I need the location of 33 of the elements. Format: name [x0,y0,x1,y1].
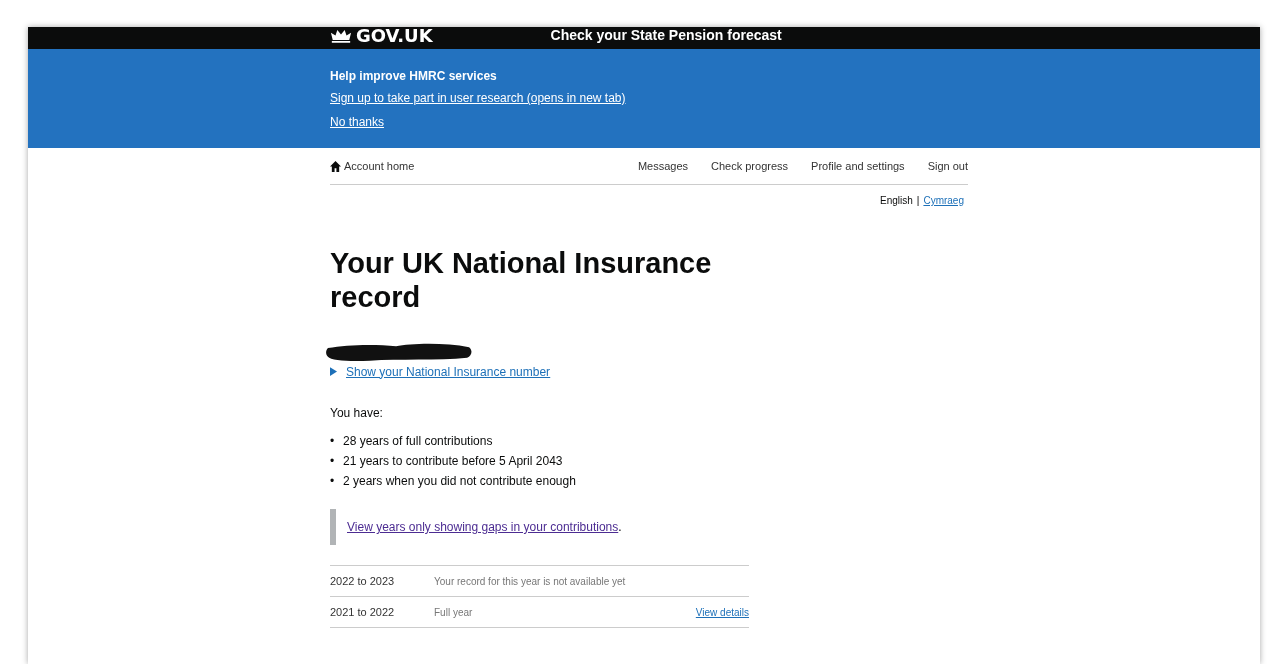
nav-link[interactable]: Profile and settings [811,160,905,172]
account-home-link[interactable]: Account home [330,160,415,172]
home-icon [330,160,341,172]
language-link[interactable]: Cymraeg [923,195,964,206]
crown-icon [330,27,352,43]
gov-uk-logo[interactable]: GOV.UK [330,27,433,46]
banner-title: Help improve HMRC services [330,69,498,83]
inset-text: View years only showing gaps in your contributions. [347,520,622,534]
banner-link[interactable]: No thanks [330,115,385,129]
language-current: English [880,195,913,206]
year-period: 2021 to 2022 [330,606,396,618]
year-period: 2022 to 2023 [330,575,396,587]
inset-bar [330,509,336,545]
view-details-link[interactable]: View details [695,606,749,618]
year-status: Full year [434,606,474,618]
bullet: • [330,454,336,469]
nav-link[interactable]: Messages [637,160,688,172]
language-separator: | [916,195,920,206]
bullet: • [330,434,336,449]
nav-link[interactable]: Check progress [711,160,789,172]
summary-item: 2 years when you did not contribute enough [343,474,576,489]
summary-item: 28 years of full contributions [343,434,493,449]
page-heading: Your UK National Insurance record [330,246,713,314]
triangle-icon [330,367,337,376]
bullet: • [330,474,336,489]
service-name[interactable]: Check your State Pension forecast [550,27,782,43]
details-toggle[interactable]: Show your National Insurance number [330,364,551,379]
banner-link[interactable]: Sign up to take part in user research (opens in new tab) [330,91,626,105]
year-status: Your record for this year is not available yet [434,575,627,587]
logo-text: GOV.UK [356,27,433,46]
summary-item: 21 years to contribute before 5 April 2043 [343,454,563,469]
intro-text: You have: [330,406,384,420]
nav-link[interactable]: Sign out [927,160,968,172]
